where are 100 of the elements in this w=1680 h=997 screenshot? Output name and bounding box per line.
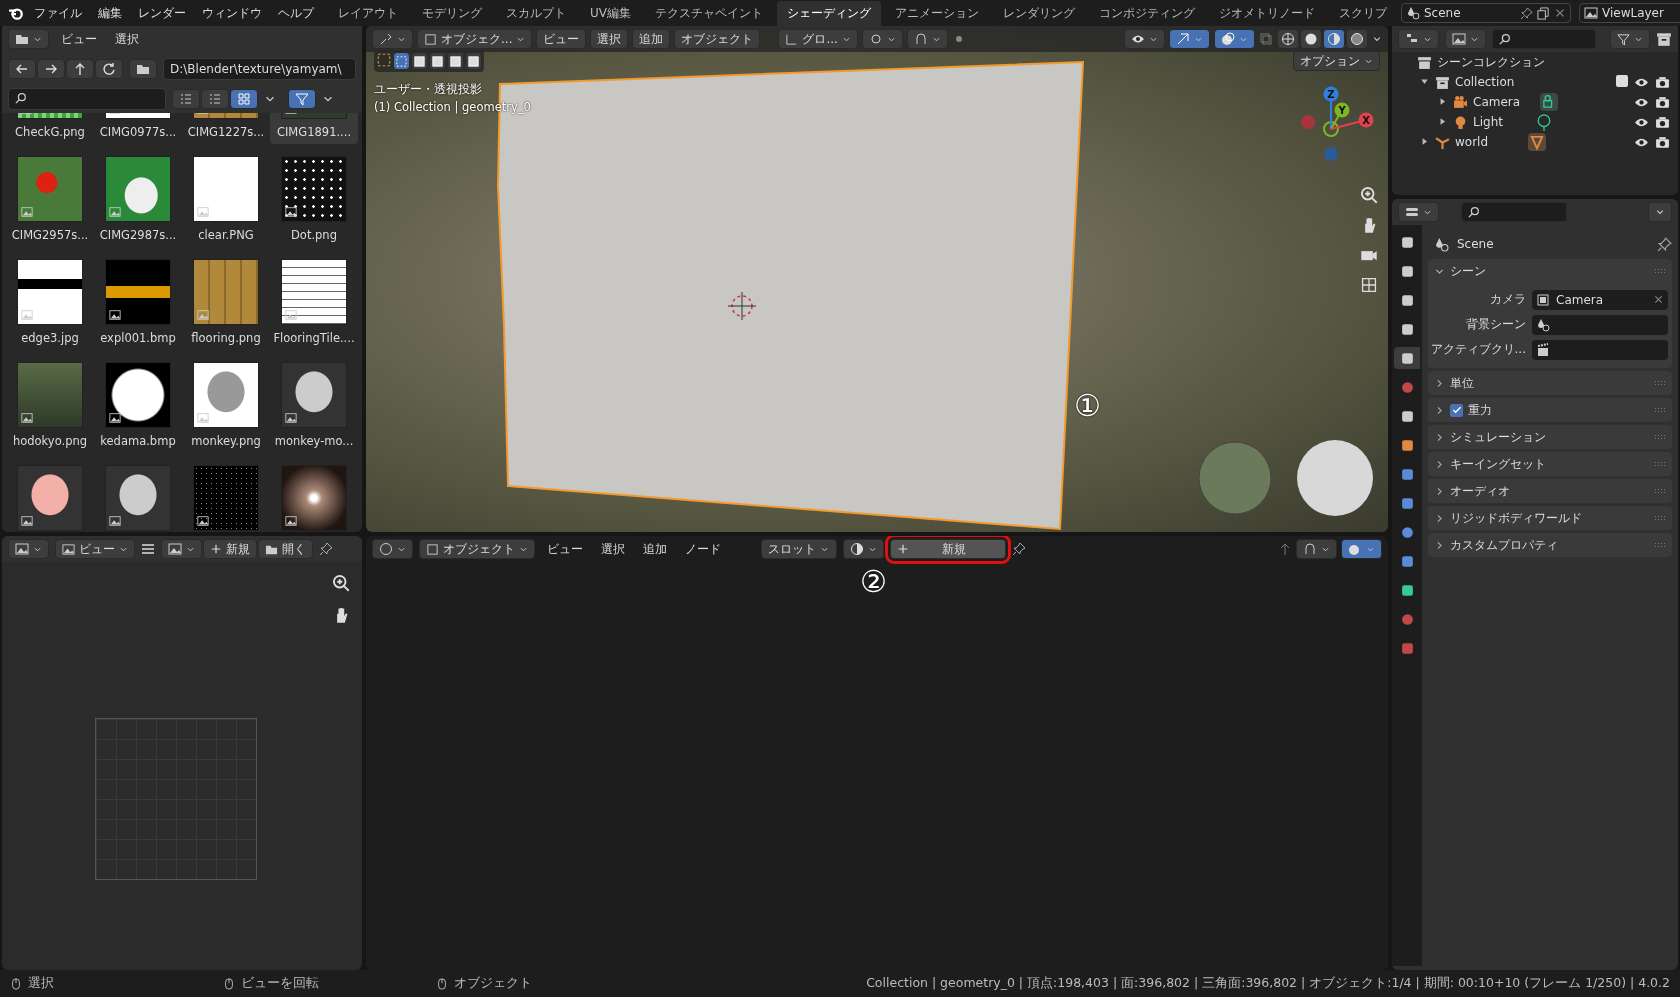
path-field[interactable]: D:\Blender\texture\yamyam\ [163, 57, 356, 80]
file-name: CIMG2957s... [11, 228, 89, 243]
workspace-tab[interactable]: モデリング [412, 0, 492, 26]
file-tile[interactable]: expl001.bmp [94, 255, 182, 350]
file-tile[interactable]: monkey-mo... [270, 358, 358, 453]
panel-header[interactable]: オーディオ [1428, 479, 1672, 504]
mode-dropdown[interactable]: オブジェク... [417, 29, 533, 49]
outliner-row[interactable]: Light [1392, 112, 1678, 132]
open-image-button[interactable]: 開く [258, 539, 313, 559]
file-name: CIMG1891.... [276, 125, 352, 140]
workspace-tab[interactable]: スカルプト [496, 0, 576, 26]
panel-title: シミュレーション [1450, 428, 1546, 446]
file-tile[interactable]: CIMG2987s... [94, 152, 182, 247]
panel-header[interactable]: 単位 [1428, 371, 1672, 396]
outliner-row[interactable]: world [1392, 132, 1678, 152]
outliner-item-label: Light [1473, 115, 1503, 129]
workspace-tab[interactable]: UV編集 [580, 0, 641, 26]
outliner-row[interactable]: Collection [1392, 72, 1678, 92]
file-tile[interactable]: kedama.bmp [94, 358, 182, 453]
field-label: カメラ [1489, 291, 1526, 309]
menu-item[interactable]: 選択 [590, 29, 629, 49]
menu-item[interactable]: ウィンドウ [196, 4, 268, 22]
menu-item[interactable]: ノード [679, 540, 727, 558]
panel-header[interactable]: カスタムプロパティ [1428, 533, 1672, 558]
menu-item[interactable]: ビュー [536, 29, 587, 49]
file-tile[interactable]: flooring.png [182, 255, 270, 350]
file-tile[interactable]: hodokyo.png [6, 358, 94, 453]
outliner-item-label: シーンコレクション [1437, 53, 1545, 71]
options-dropdown[interactable]: オプション [1293, 51, 1380, 71]
outliner-row[interactable]: Camera [1392, 92, 1678, 112]
menu-item[interactable]: 選択 [109, 30, 145, 48]
status-hint: ビューを回転 [241, 975, 319, 992]
field-label: アクティブクリ... [1429, 341, 1526, 359]
file-name: FlooringTile.... [273, 331, 355, 346]
menu-item[interactable]: ヘルプ [272, 4, 320, 22]
file-name: monkey-mo... [274, 434, 354, 449]
file-name: CIMG0977s... [99, 125, 177, 140]
file-name: edge3.jpg [21, 331, 79, 346]
menu-item[interactable]: 編集 [92, 4, 128, 22]
menu-item[interactable]: レンダー [132, 4, 192, 22]
menu-item[interactable]: ファイル [28, 4, 88, 22]
outliner-item-label: world [1455, 135, 1489, 149]
context-name: Scene [1457, 237, 1494, 252]
panel-title: シーン [1450, 262, 1486, 280]
outliner-item-label: Collection [1455, 75, 1515, 89]
data-field[interactable]: Camera [1532, 289, 1668, 310]
menu-item[interactable]: ビュー [55, 30, 103, 48]
panel-header[interactable]: リジッドボディワールド [1428, 506, 1672, 531]
file-name: clear.PNG [198, 228, 254, 243]
outliner-item-label: Camera [1473, 95, 1521, 109]
menu-item[interactable]: オブジェクト [674, 29, 761, 49]
panel-title: 単位 [1450, 374, 1474, 392]
file-tile[interactable]: CIMG2957s... [6, 152, 94, 247]
axis-label[interactable]: Y [1330, 102, 1350, 130]
file-tile[interactable]: FlooringTile.... [270, 255, 358, 350]
menu-item[interactable]: 選択 [595, 540, 631, 558]
file-name: CIMG1227s... [187, 125, 265, 140]
panel-header[interactable]: シーン [1428, 259, 1672, 284]
workspace-tab[interactable]: シェーディング [777, 0, 881, 26]
workspace-tab[interactable]: アニメーション [885, 0, 989, 26]
menu-item[interactable]: 追加 [637, 540, 673, 558]
panel-header[interactable]: 重力 [1428, 398, 1672, 423]
file-tile[interactable]: CheckG.png [6, 113, 94, 144]
file-tile[interactable]: monkey.png [182, 358, 270, 453]
file-name: CIMG2987s... [99, 228, 177, 243]
panel-header[interactable]: シミュレーション [1428, 425, 1672, 450]
slot-dropdown[interactable]: スロット [761, 539, 837, 559]
file-name: flooring.png [191, 331, 261, 346]
file-name: CheckG.png [15, 125, 85, 140]
viewport-info-text: ユーザー・透視投影 [374, 81, 483, 98]
outliner-row[interactable]: シーンコレクション [1392, 52, 1678, 72]
menu-item[interactable]: ビュー [541, 540, 589, 558]
file-tile[interactable]: CIMG1891.... [270, 113, 358, 144]
file-tile[interactable]: CIMG0977s... [94, 113, 182, 144]
callout-number: ① [1074, 388, 1101, 423]
callout-number: ② [860, 564, 887, 599]
view-dropdown[interactable]: ビュー [55, 539, 135, 559]
file-tile[interactable]: Dot.png [270, 152, 358, 247]
navigation-gizmo[interactable]: Z Y X [1298, 84, 1388, 174]
panel-header[interactable]: キーイングセット [1428, 452, 1672, 477]
panel-title: リジッドボディワールド [1450, 509, 1582, 527]
panel-title: オーディオ [1450, 482, 1510, 500]
file-tile[interactable]: CIMG1227s... [182, 113, 270, 144]
workspace-tab[interactable]: テクスチャペイント [645, 0, 773, 26]
scene-statistics: Collection | geometry_0 | 頂点:198,403 | 面:396,802 | 三角面:396,802 | オブジェクト:1/4 | 期間: 00:10+10 (フレーム 1/250) | 4.0.2 [866, 975, 1670, 992]
workspace-tab[interactable]: レンダリング [993, 0, 1085, 26]
file-tile[interactable]: edge3.jpg [6, 255, 94, 350]
workspace-tab[interactable]: レイアウト [328, 0, 408, 26]
new-image-button[interactable]: 新規 [203, 539, 257, 559]
orientation-dropdown[interactable]: グロ... [778, 29, 858, 49]
menu-item[interactable]: 追加 [632, 29, 671, 49]
workspace-tab[interactable]: スクリプ [1329, 0, 1397, 26]
workspace-tab[interactable]: コンポジティング [1089, 0, 1205, 26]
workspace-tab[interactable]: ジオメトリノード [1209, 0, 1325, 26]
file-name: Dot.png [291, 228, 337, 243]
file-tile[interactable]: clear.PNG [182, 152, 270, 247]
status-hint: オブジェクト [454, 975, 532, 992]
mode-dropdown[interactable]: オブジェクト [419, 539, 535, 559]
file-name: hodokyo.png [12, 434, 88, 449]
panel-title: キーイングセット [1450, 455, 1546, 473]
